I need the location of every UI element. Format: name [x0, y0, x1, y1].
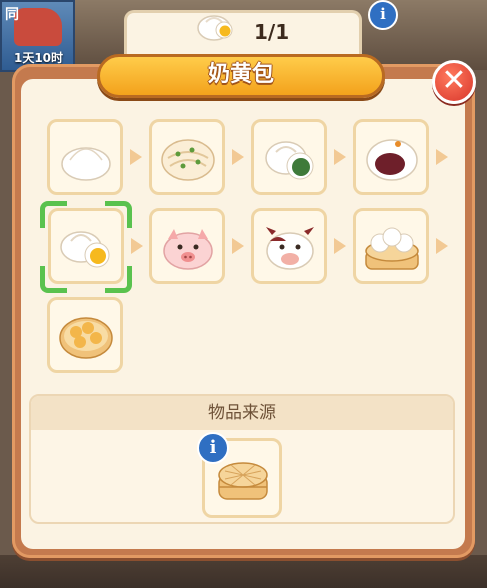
chain-arrow-icon	[436, 149, 448, 165]
scallion-roll-icon	[161, 139, 215, 181]
scooter-badge[interactable]: 同 1天10时	[0, 0, 75, 72]
title-bar: 奶黄包	[97, 54, 385, 98]
chain-arrow-icon	[436, 238, 448, 254]
chain-item-vegetable-bun[interactable]	[251, 119, 327, 195]
chain-item-scallion-roll[interactable]	[149, 119, 225, 195]
chain-arrow-icon	[232, 238, 244, 254]
game-background-bottom	[0, 555, 487, 588]
vegetable-bun-icon	[265, 141, 314, 180]
custard-bun-icon	[197, 15, 233, 41]
chain-item-custard-bun[interactable]	[48, 208, 124, 284]
red-bean-bun-icon	[366, 139, 418, 181]
hud-info-icon[interactable]: i	[368, 0, 398, 30]
chain-item-pig-bun[interactable]	[149, 208, 225, 284]
chain-arrow-icon	[232, 149, 244, 165]
item-title: 奶黄包	[207, 62, 274, 87]
pig-bun-icon	[163, 229, 213, 270]
chain-item-plain-bun[interactable]	[47, 119, 123, 195]
close-button[interactable]: ✕	[432, 60, 476, 104]
gate-label: 同	[5, 7, 19, 23]
item-source-title: 物品来源	[31, 396, 453, 430]
chain-item-soup-dumplings[interactable]	[47, 297, 123, 373]
chain-arrow-icon	[131, 238, 143, 254]
cow-bun-icon	[266, 227, 314, 270]
chain-arrow-icon	[334, 149, 346, 165]
plain-bun-icon	[61, 147, 111, 181]
steamer-buns-icon	[365, 227, 419, 270]
source-info-icon[interactable]: i	[197, 432, 229, 464]
chain-arrow-icon	[130, 149, 142, 165]
chain-item-steamer-buns[interactable]	[353, 208, 429, 284]
item-count: 1/1	[254, 20, 290, 44]
scooter-icon	[14, 8, 62, 46]
soup-dumplings-icon	[59, 317, 113, 359]
chain-item-cow-bun[interactable]	[251, 208, 327, 284]
custard-bun-icon	[60, 231, 110, 268]
chain-item-red-bean-bun[interactable]	[353, 119, 429, 195]
chain-arrow-icon	[334, 238, 346, 254]
